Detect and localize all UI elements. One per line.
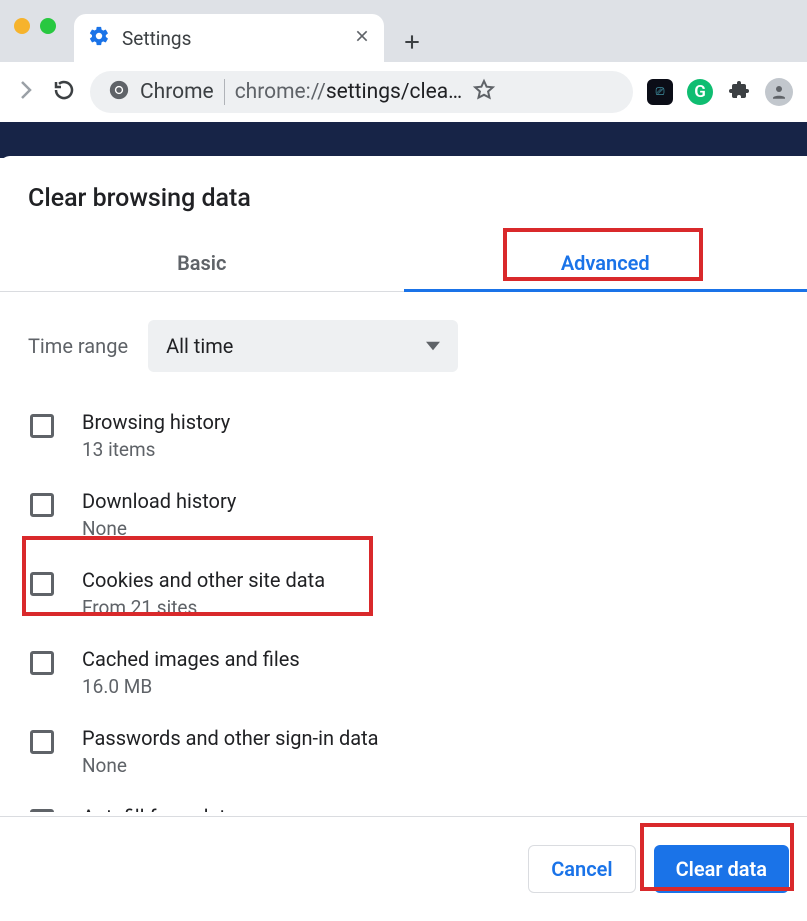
- dialog-title: Clear browsing data: [0, 184, 807, 237]
- tab-title: Settings: [122, 27, 342, 50]
- item-subtitle: From 21 sites: [82, 596, 325, 619]
- extension-icon-grammarly[interactable]: G: [687, 79, 713, 105]
- time-range-value: All time: [166, 334, 233, 358]
- chrome-logo-icon: [108, 79, 130, 105]
- address-bar[interactable]: Chrome chrome://settings/clea…: [90, 71, 633, 113]
- window-controls: [12, 18, 74, 62]
- tab-basic[interactable]: Basic: [0, 237, 404, 291]
- item-title: Autofill form data: [82, 805, 237, 812]
- clear-browsing-data-dialog: Clear browsing data Basic Advanced Time …: [0, 156, 807, 921]
- item-subtitle: 16.0 MB: [82, 675, 300, 698]
- extension-icon-1[interactable]: ⎚: [647, 79, 673, 105]
- item-subtitle: 13 items: [82, 438, 230, 461]
- minimize-window-icon[interactable]: [14, 18, 30, 34]
- checkbox-download-history[interactable]: [30, 493, 54, 517]
- item-subtitle: None: [82, 754, 379, 777]
- browser-tab-strip: Settings: [0, 0, 807, 62]
- item-subtitle: None: [82, 517, 236, 540]
- bookmark-star-icon[interactable]: [472, 78, 496, 106]
- item-cached[interactable]: Cached images and files 16.0 MB: [30, 633, 779, 712]
- item-download-history[interactable]: Download history None: [30, 475, 779, 554]
- gear-icon: [88, 25, 110, 51]
- time-range-dropdown[interactable]: All time: [148, 320, 458, 372]
- dialog-content: Time range All time Browsing history 13 …: [0, 292, 807, 812]
- time-range-label: Time range: [28, 334, 128, 358]
- item-passwords[interactable]: Passwords and other sign-in data None: [30, 712, 779, 791]
- checkbox-browsing-history[interactable]: [30, 414, 54, 438]
- cancel-button[interactable]: Cancel: [528, 845, 635, 893]
- item-browsing-history[interactable]: Browsing history 13 items: [30, 396, 779, 475]
- chevron-down-icon: [426, 339, 440, 353]
- item-title: Cookies and other site data: [82, 568, 325, 592]
- item-title: Download history: [82, 489, 236, 513]
- checkbox-cookies[interactable]: [30, 572, 54, 596]
- forward-icon[interactable]: [14, 78, 38, 106]
- item-cookies[interactable]: Cookies and other site data From 21 site…: [30, 554, 779, 633]
- omnibox-label: Chrome: [140, 80, 214, 104]
- item-title: Browsing history: [82, 410, 230, 434]
- profile-avatar-icon[interactable]: [765, 78, 793, 106]
- checkbox-passwords[interactable]: [30, 730, 54, 754]
- item-title: Passwords and other sign-in data: [82, 726, 379, 750]
- omnibox-url: chrome://settings/clea…: [235, 80, 463, 104]
- item-autofill[interactable]: Autofill form data: [30, 791, 779, 812]
- clear-data-button[interactable]: Clear data: [654, 845, 789, 893]
- checkbox-cached[interactable]: [30, 651, 54, 675]
- item-title: Cached images and files: [82, 647, 300, 671]
- close-tab-icon[interactable]: [354, 28, 370, 48]
- tab-advanced[interactable]: Advanced: [404, 237, 807, 291]
- checkbox-autofill[interactable]: [30, 809, 54, 812]
- dialog-tabs: Basic Advanced: [0, 237, 807, 292]
- omnibox-separator: [224, 79, 225, 105]
- data-types-list: Browsing history 13 items Download histo…: [28, 396, 779, 812]
- browser-tab[interactable]: Settings: [74, 14, 384, 62]
- new-tab-button[interactable]: [384, 32, 440, 62]
- reload-icon[interactable]: [52, 78, 76, 106]
- time-range-row: Time range All time: [28, 312, 779, 396]
- extensions-puzzle-icon[interactable]: [727, 78, 751, 106]
- dialog-footer: Cancel Clear data: [0, 817, 807, 921]
- page-header-strip: [0, 122, 807, 158]
- active-tab-underline: [404, 289, 807, 292]
- browser-toolbar: Chrome chrome://settings/clea… ⎚ G: [0, 62, 807, 122]
- maximize-window-icon[interactable]: [40, 18, 56, 34]
